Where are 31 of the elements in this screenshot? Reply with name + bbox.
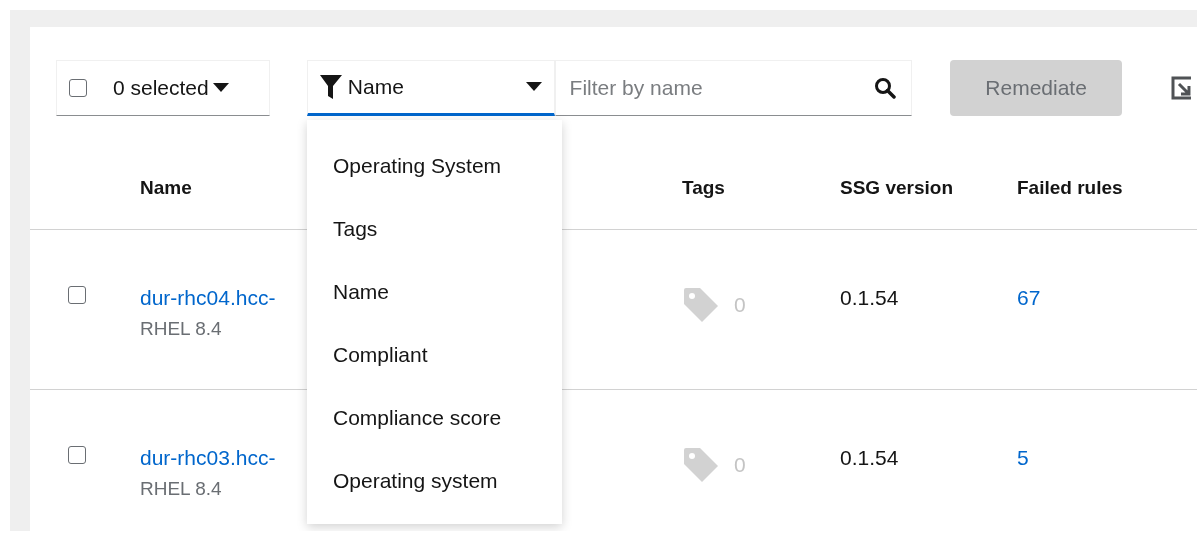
menu-item[interactable]: Tags (307, 197, 562, 260)
menu-item[interactable]: Operating System (307, 134, 562, 197)
caret-icon (525, 82, 542, 92)
failed-rules-link[interactable]: 5 (1017, 446, 1197, 470)
menu-item[interactable]: Compliance score (307, 386, 562, 449)
search-field[interactable]: Filter by name (554, 60, 913, 116)
os-label: RHEL 8.4 (140, 478, 222, 500)
caret-icon (212, 83, 229, 93)
failed-rules-link[interactable]: 67 (1017, 286, 1197, 310)
tag-count: 0 (734, 293, 746, 317)
ssg-version: 0.1.54 (840, 286, 900, 310)
os-label: RHEL 8.4 (140, 318, 222, 340)
menu-item[interactable]: Operating system (307, 449, 562, 512)
checkbox[interactable] (68, 286, 86, 304)
search-icon (874, 77, 897, 99)
bulk-select-toggle[interactable]: 0 selected (113, 76, 229, 100)
menu-item[interactable]: Compliant (307, 323, 562, 386)
menu-item[interactable]: Name (307, 260, 562, 323)
column-header[interactable]: Failed rules (1017, 177, 1197, 199)
host-link[interactable]: dur-rhc04.hcc- (140, 286, 276, 310)
column-header[interactable]: Tags (682, 177, 840, 199)
column-header[interactable]: SSG version (840, 177, 1017, 199)
host-link[interactable]: dur-rhc03.hcc- (140, 446, 276, 470)
ssg-version: 0.1.54 (840, 446, 900, 470)
tag-icon (682, 286, 720, 324)
checkbox[interactable] (69, 79, 87, 97)
tag-icon (682, 446, 720, 484)
filter-icon (319, 75, 342, 99)
filter-dropdown[interactable]: Name (306, 60, 555, 116)
tag-count: 0 (734, 453, 746, 477)
checkbox[interactable] (68, 446, 86, 464)
